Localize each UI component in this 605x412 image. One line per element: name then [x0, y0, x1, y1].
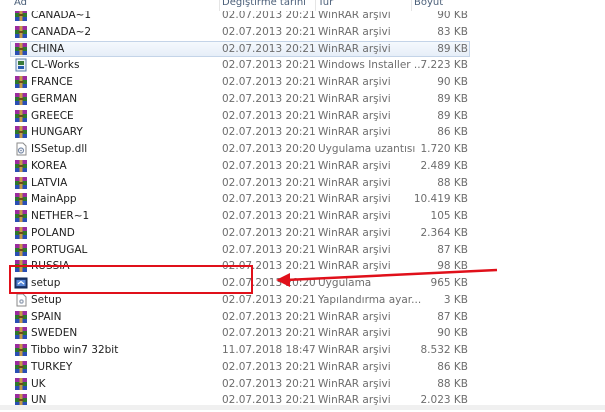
- annotation-arrow: [276, 268, 498, 287]
- status-bar-edge: [0, 405, 605, 410]
